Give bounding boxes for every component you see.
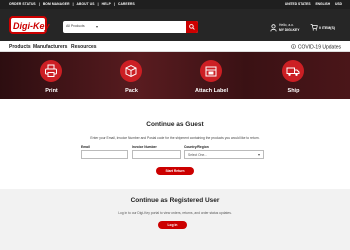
return-steps-banner: Print Pack Attach Label Ship	[0, 52, 350, 99]
digikey-logo[interactable]: Digi-Key	[9, 16, 50, 34]
user-icon	[270, 24, 277, 32]
nav-manufacturers[interactable]: Manufacturers	[33, 44, 67, 50]
registered-section-title: Continue as Registered User	[130, 197, 220, 204]
invoice-number-field[interactable]	[132, 150, 181, 159]
utility-bar: ORDER STATUS | BOM MANAGER | ABOUT US | …	[0, 0, 350, 9]
search-category-select[interactable]: All Products	[66, 24, 85, 28]
divider: |	[72, 2, 74, 6]
info-icon	[290, 44, 296, 49]
step-label: Pack	[125, 88, 138, 94]
account-greeting: Hello, a.o.	[279, 23, 294, 27]
step-label: Ship	[287, 88, 300, 94]
step-ship: Ship	[250, 52, 337, 99]
truck-icon	[286, 67, 300, 76]
label-box-icon	[205, 66, 217, 77]
registered-section-description: Log in to our Digi-Key portal to view or…	[118, 211, 232, 215]
email-label: Email	[81, 145, 90, 149]
package-icon	[125, 64, 137, 78]
country-select[interactable]: Select One... ▾	[184, 150, 264, 159]
search-button[interactable]	[186, 21, 198, 33]
search-bar[interactable]: All Products ▾	[63, 21, 198, 33]
account-label: MY DIGI-KEY	[279, 28, 300, 32]
email-field[interactable]	[81, 150, 128, 159]
cart-icon	[310, 23, 318, 31]
invoice-label: Invoice Number	[132, 145, 157, 149]
main-nav: Products Manufacturers Resources COVID-1…	[0, 41, 350, 52]
chevron-down-icon: ▾	[257, 152, 260, 157]
order-status-link[interactable]: ORDER STATUS	[9, 2, 36, 6]
locale-selectors: UNITED STATES ENGLISH USD	[281, 2, 342, 6]
log-in-button[interactable]: Log in	[158, 221, 187, 229]
step-icon-circle	[120, 60, 142, 82]
divider: |	[38, 2, 40, 6]
step-attach-label: Attach Label	[168, 52, 255, 99]
step-icon-circle	[40, 60, 62, 82]
search-icon	[189, 24, 195, 30]
help-link[interactable]: HELP	[102, 2, 111, 6]
careers-link[interactable]: CAREERS	[118, 2, 135, 6]
bom-manager-link[interactable]: BOM MANAGER	[43, 2, 70, 6]
language-selector[interactable]: ENGLISH	[315, 2, 330, 6]
country-select-value: Select One...	[188, 153, 208, 157]
start-return-button[interactable]: Start Return	[156, 167, 194, 175]
cart-count: 0 ITEM(S)	[319, 26, 335, 30]
nav-products[interactable]: Products	[9, 44, 31, 50]
country-selector[interactable]: UNITED STATES	[285, 2, 311, 6]
step-pack: Pack	[88, 52, 175, 99]
step-icon-circle	[200, 60, 222, 82]
covid-updates-label: COVID-19 Updates	[297, 44, 341, 51]
nav-resources[interactable]: Resources	[71, 44, 97, 50]
account-menu[interactable]: Hello, a.o. MY DIGI-KEY	[270, 23, 300, 35]
logo-text: Digi-Key	[13, 21, 50, 31]
currency-selector[interactable]: USD	[335, 2, 342, 6]
step-label: Attach Label	[194, 88, 228, 94]
guest-section-description: Enter your Email, Invoice Number and Pos…	[90, 136, 260, 140]
step-icon-circle	[282, 60, 304, 82]
utility-links: ORDER STATUS | BOM MANAGER | ABOUT US | …	[9, 2, 137, 6]
cart-button[interactable]: 0 ITEM(S)	[310, 23, 344, 33]
guest-section-title: Continue as Guest	[146, 121, 204, 128]
site-header: Digi-Key All Products ▾ Hello, a.o. MY D…	[0, 9, 350, 41]
chevron-down-icon: ▾	[96, 24, 99, 29]
step-label: Print	[45, 88, 58, 94]
divider: |	[113, 2, 115, 6]
about-us-link[interactable]: ABOUT US	[77, 2, 95, 6]
step-print: Print	[8, 52, 95, 99]
printer-icon	[45, 64, 57, 77]
covid-updates-link[interactable]: COVID-19 Updates	[290, 44, 341, 51]
country-label: Country/Region	[184, 145, 209, 149]
divider: |	[97, 2, 99, 6]
